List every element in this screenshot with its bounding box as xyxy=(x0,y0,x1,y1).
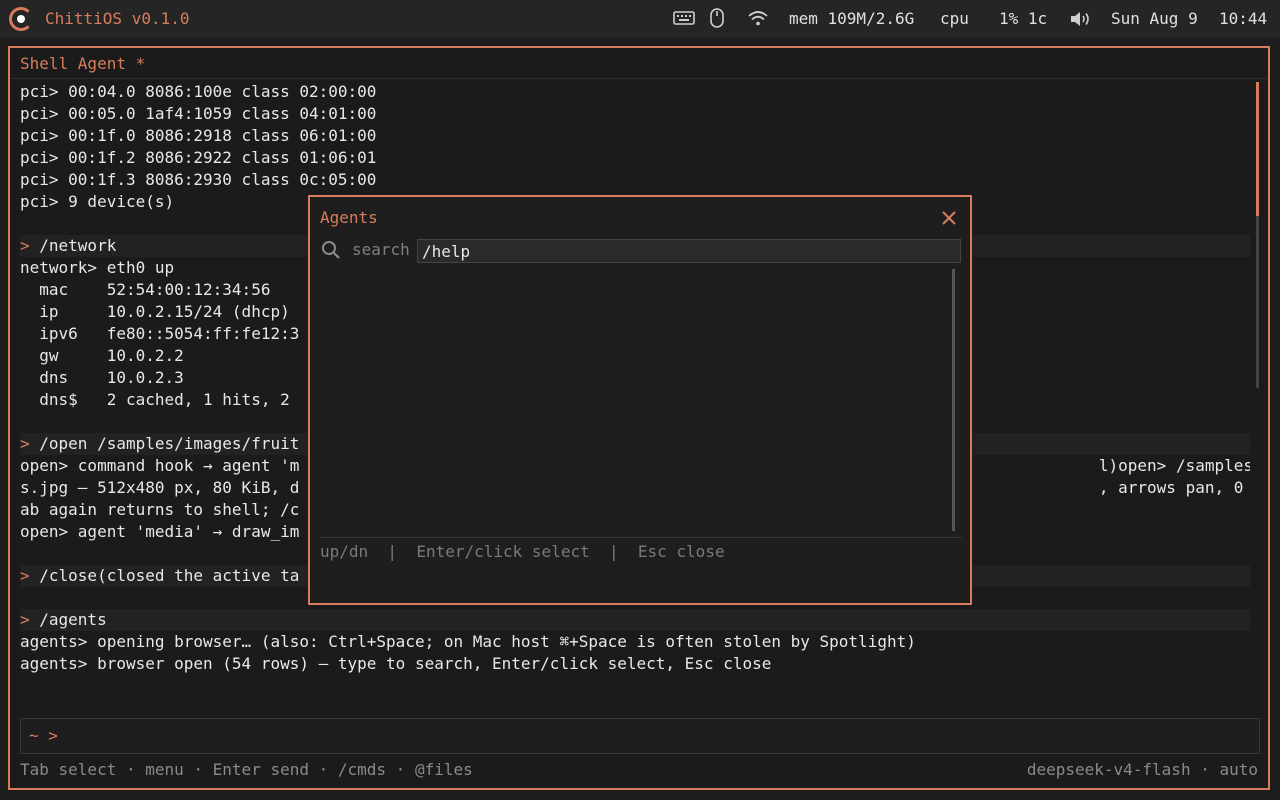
line-text: agents> browser open (54 rows) — type to… xyxy=(20,654,772,673)
close-icon[interactable] xyxy=(940,209,958,227)
search-label: search xyxy=(352,240,410,259)
dialog-hints: up/dn | Enter/click select | Esc close xyxy=(320,542,725,561)
line-text: mac 52:54:00:12:34:56 xyxy=(20,280,271,299)
output-line: pci> 00:1f.3 8086:2930 class 0c:05:00 xyxy=(20,169,1250,191)
output-line: pci> 00:05.0 1af4:1059 class 04:01:00 xyxy=(20,103,1250,125)
line-text: gw 10.0.2.2 xyxy=(20,346,184,365)
title-divider xyxy=(10,78,1268,79)
line-text: pci> 00:05.0 1af4:1059 class 04:01:00 xyxy=(20,104,377,123)
output-line: agents> browser open (54 rows) — type to… xyxy=(20,653,1250,675)
line-text: pci> 00:1f.2 8086:2922 class 01:06:01 xyxy=(20,148,377,167)
line-text: /open /samples/images/fruit xyxy=(39,434,300,453)
prompt-marker: > xyxy=(20,434,40,453)
line-text: agents> opening browser… (also: Ctrl+Spa… xyxy=(20,632,916,651)
command-line: > /agents xyxy=(20,609,1250,631)
prompt-marker: > xyxy=(20,236,40,255)
input-prompt: ~ > xyxy=(29,726,58,745)
line-text: dns 10.0.2.3 xyxy=(20,368,184,387)
line-text: pci> 00:1f.3 8086:2930 class 0c:05:00 xyxy=(20,170,377,189)
dialog-divider xyxy=(320,537,962,538)
memory-status: mem 109M/2.6G xyxy=(789,9,915,28)
model-status[interactable]: deepseek-v4-flash · auto xyxy=(1027,760,1258,779)
dialog-title: Agents xyxy=(320,208,378,227)
keyboard-icon[interactable] xyxy=(673,10,695,30)
results-scrollbar[interactable] xyxy=(952,269,955,531)
wifi-icon[interactable] xyxy=(747,9,769,31)
output-line: pci> 00:04.0 8086:100e class 02:00:00 xyxy=(20,81,1250,103)
line-text: ipv6 fe80::5054:ff:fe12:3 xyxy=(20,324,300,343)
scrollbar-thumb[interactable] xyxy=(1256,82,1259,216)
output-line: pci> 00:1f.2 8086:2922 class 01:06:01 xyxy=(20,147,1250,169)
line-text: pci> 9 device(s) xyxy=(20,192,175,211)
line-text: network> eth0 up xyxy=(20,258,175,277)
line-text: /close(closed the active ta xyxy=(39,566,300,585)
line-text: /network xyxy=(39,236,117,255)
logo-icon[interactable] xyxy=(9,7,33,31)
prompt-marker: > xyxy=(20,610,40,629)
footer-hints: Tab select · menu · Enter send · /cmds ·… xyxy=(20,760,473,779)
line-text: /agents xyxy=(39,610,107,629)
clock: 10:44 xyxy=(1219,9,1268,28)
output-line: agents> opening browser… (also: Ctrl+Spa… xyxy=(20,631,1250,653)
line-text: pci> 00:04.0 8086:100e class 02:00:00 xyxy=(20,82,377,101)
volume-icon[interactable] xyxy=(1069,10,1093,32)
brand-label: ChittiOS v0.1.0 xyxy=(45,9,190,28)
search-input[interactable] xyxy=(417,239,961,263)
line-text: dns$ 2 cached, 1 hits, 2 xyxy=(20,390,290,409)
cpu-status: 1% 1c xyxy=(999,9,1048,28)
line-text: ab again returns to shell; /c xyxy=(20,500,300,519)
mouse-icon[interactable] xyxy=(709,8,725,32)
search-icon xyxy=(321,240,341,264)
window-title: Shell Agent * xyxy=(20,54,146,73)
cpu-label: cpu xyxy=(940,9,969,28)
command-input[interactable]: ~ > xyxy=(20,718,1260,754)
agents-results-list[interactable] xyxy=(320,267,956,531)
date-label: Sun Aug 9 xyxy=(1111,9,1198,28)
agents-dialog: Agents search up/dn | Enter/click select… xyxy=(308,195,972,605)
line-text: pci> 00:1f.0 8086:2918 class 06:01:00 xyxy=(20,126,377,145)
top-bar: ChittiOS v0.1.0 mem 109M/2.6G cpu 1% 1c … xyxy=(0,0,1280,38)
line-text: ip 10.0.2.15/24 (dhcp) xyxy=(20,302,290,321)
line-text: open> agent 'media' → draw_im xyxy=(20,522,300,541)
output-line: pci> 00:1f.0 8086:2918 class 06:01:00 xyxy=(20,125,1250,147)
prompt-marker: > xyxy=(20,566,40,585)
